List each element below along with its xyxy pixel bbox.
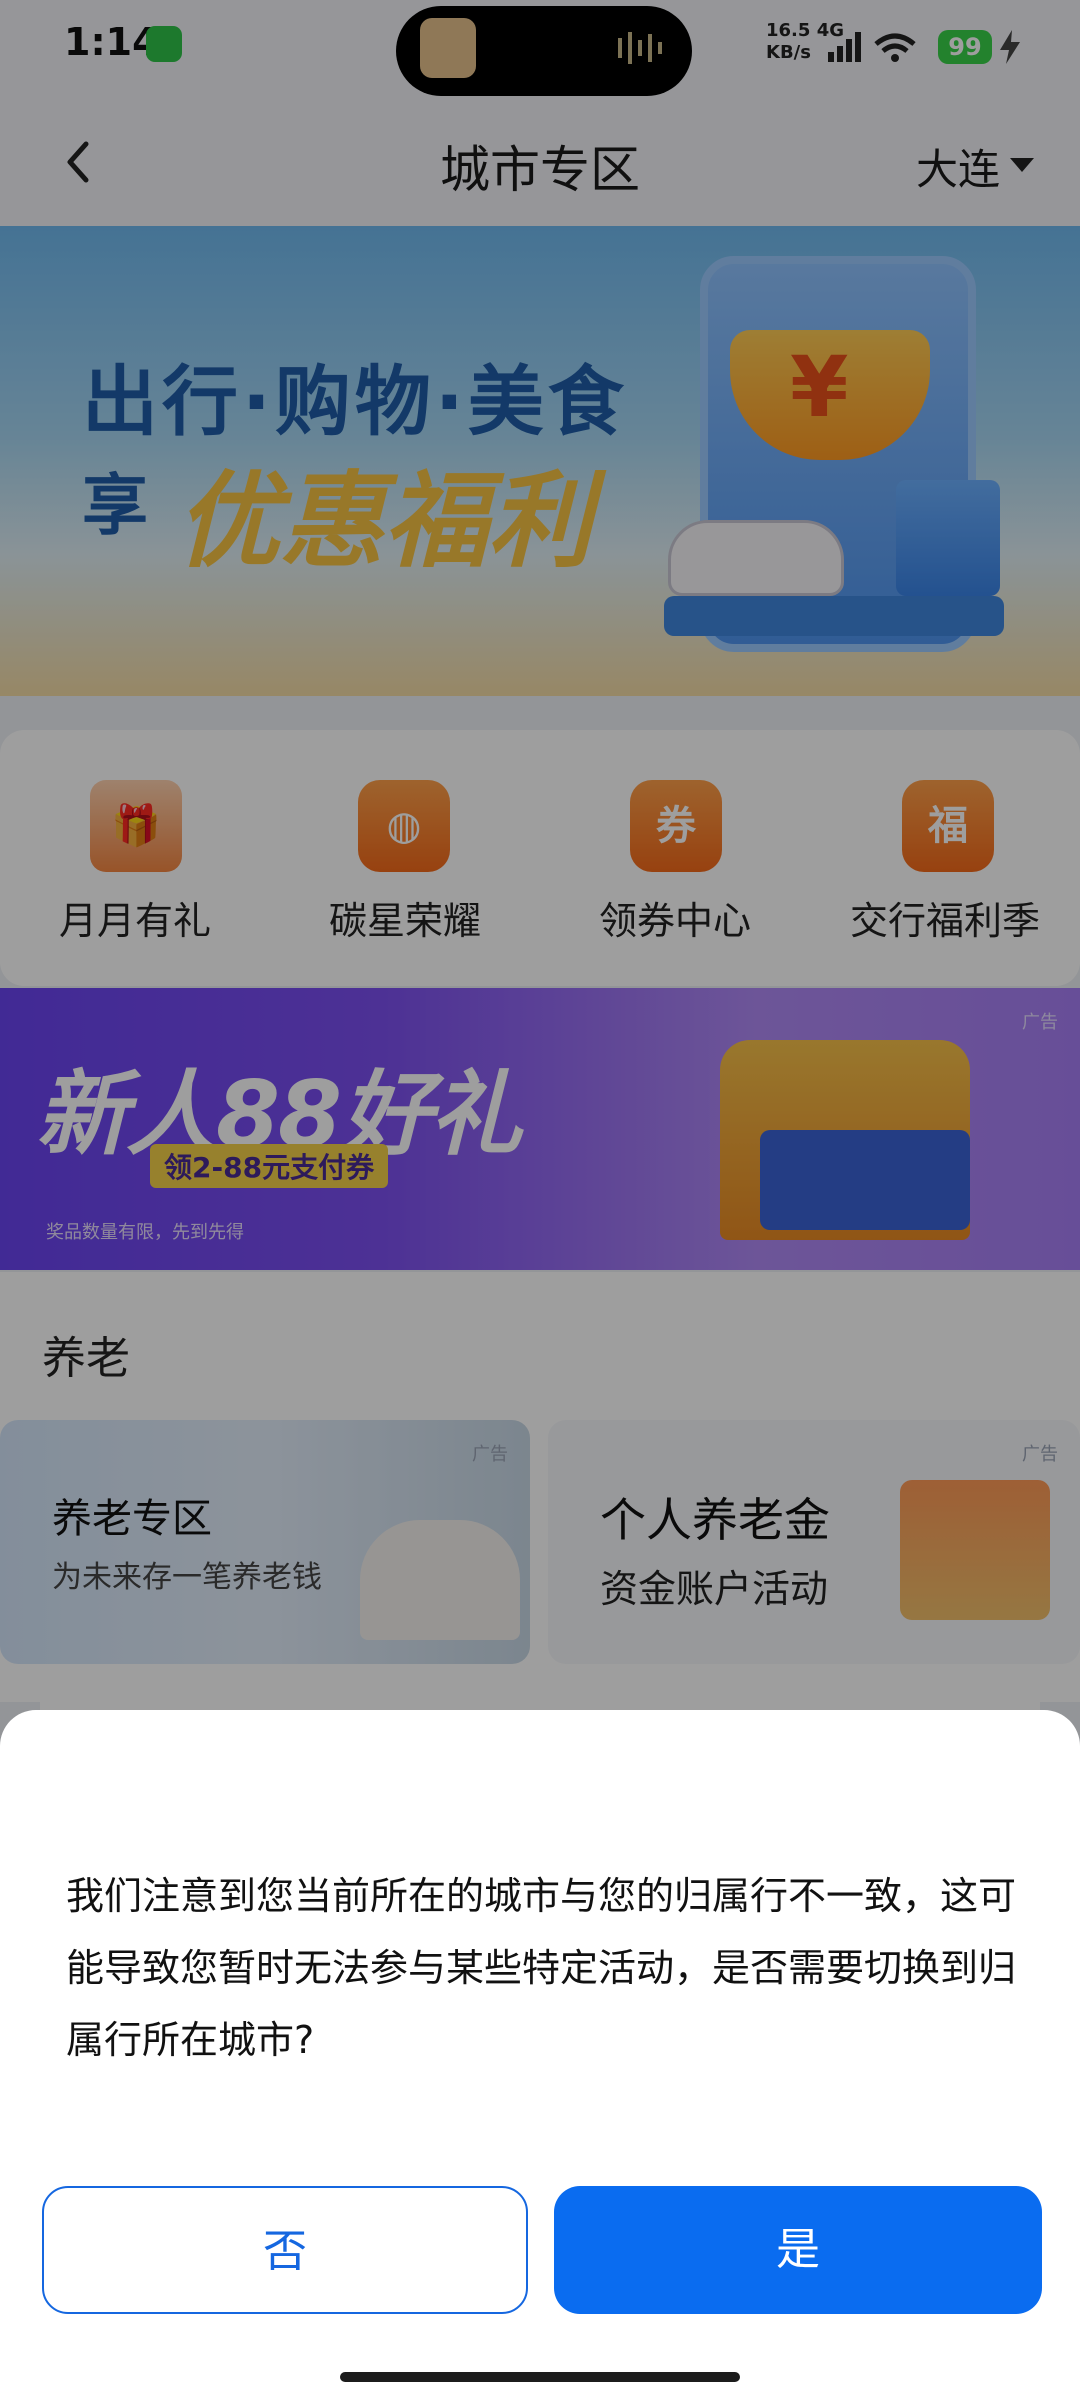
dialog-message: 我们注意到您当前所在的城市与您的归属行不一致，这可能导致您暂时无法参与某些特定活… <box>66 1874 1017 2062</box>
home-indicator[interactable] <box>340 2372 740 2382</box>
yes-button[interactable]: 是 <box>554 2186 1042 2314</box>
no-button[interactable]: 否 <box>42 2186 528 2314</box>
